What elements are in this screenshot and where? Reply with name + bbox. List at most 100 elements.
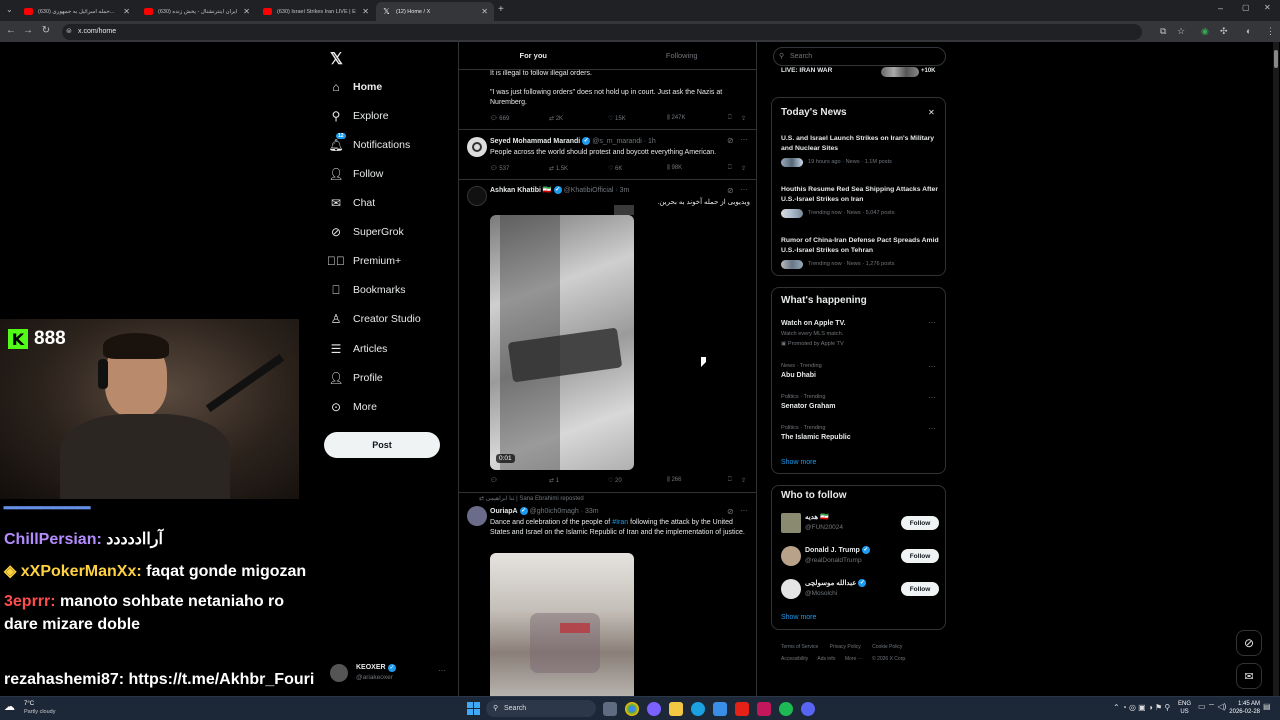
nav-articles[interactable]: ☰ Articles [329, 338, 388, 360]
nav-profile[interactable]: 👤︎ Profile [328, 367, 382, 389]
avatar[interactable] [781, 513, 801, 533]
trend-title[interactable]: Watch on Apple TV. [781, 320, 846, 327]
nav-follow[interactable]: 👤︎ Follow [328, 163, 383, 185]
taskbar-search[interactable]: ⚲ Search [486, 700, 596, 717]
avatar[interactable] [781, 546, 801, 566]
tab-close-icon[interactable]: ✕ [481, 7, 488, 16]
chrome-icon[interactable] [625, 702, 639, 716]
reply-button[interactable]: 💬︎ 669 [490, 115, 509, 122]
file-explorer-icon[interactable] [669, 702, 683, 716]
address-bar[interactable]: ⊜ x.com/home [62, 24, 1142, 40]
footer-link[interactable]: Accessibility [781, 656, 808, 662]
nav-more[interactable]: ⊙ More [329, 396, 377, 418]
news-title[interactable]: Houthis Resume Red Sea Shipping Attacks … [781, 185, 941, 204]
repost-button[interactable]: ⇄ 1 [549, 477, 559, 484]
spotify-icon[interactable] [779, 702, 793, 716]
start-button[interactable] [467, 702, 480, 715]
share-icon[interactable]: ⇪ [741, 165, 746, 172]
edge-icon[interactable] [691, 702, 705, 716]
grok-icon[interactable]: ⊘ [727, 186, 734, 195]
bookmark-icon[interactable]: ⎕ [728, 477, 732, 484]
nav-bookmarks[interactable]: ⎕ Bookmarks [329, 279, 405, 301]
youtube-app-icon[interactable] [735, 702, 749, 716]
close-icon[interactable]: ✕ [928, 108, 935, 117]
nav-supergrok[interactable]: ⊘ SuperGrok [329, 221, 404, 243]
back-icon[interactable]: ← [2, 25, 20, 36]
bookmark-star-icon[interactable]: ☆ [1177, 26, 1185, 37]
install-icon[interactable]: ⧉ [1160, 26, 1166, 37]
reply-button[interactable]: 💬︎ [490, 477, 498, 484]
footer-link[interactable]: Cookie Policy [872, 644, 902, 650]
scrollbar[interactable] [1273, 42, 1279, 696]
more-dots-icon[interactable]: ··· [928, 393, 936, 402]
trend-title[interactable]: Senator Graham [781, 403, 835, 410]
tweet-author[interactable]: Ashkan Khatibi 🇮🇷 ✓ @KhatibiOfficial · 3m [490, 186, 629, 195]
language-indicator[interactable]: ENG US [1178, 700, 1191, 716]
task-view-icon[interactable] [603, 702, 617, 716]
show-more-link[interactable]: Show more [781, 614, 816, 621]
hashtag-link[interactable]: #Iran [612, 519, 628, 526]
browser-tab-4[interactable]: 𝕏 (12) Home / X ✕ [376, 2, 494, 21]
trend-title[interactable]: Abu Dhabi [781, 372, 816, 379]
news-title[interactable]: Rumor of China-Iran Defense Pact Spreads… [781, 236, 941, 255]
tweet-image[interactable] [490, 553, 634, 696]
maximize-icon[interactable]: ▢ [1242, 3, 1250, 12]
account-switcher[interactable]: KEOXER ✓ @ariakeoxer ··· [330, 662, 450, 684]
more-dots-icon[interactable]: ··· [928, 362, 936, 371]
views-button[interactable]: ⫼ 98K [667, 165, 682, 172]
grok-icon[interactable]: ⊘ [727, 507, 734, 516]
minimize-icon[interactable]: – [1218, 3, 1223, 13]
footer-link[interactable]: Privacy Policy [830, 644, 861, 650]
browser-tab-1[interactable]: (630) حمله اسرائیل به جمهوری... ✕ [18, 2, 136, 21]
footer-link[interactable]: Terms of Service [781, 644, 818, 650]
browser-tab-3[interactable]: (630) Israel Strikes Iran LIVE | Ex... ✕ [257, 2, 375, 21]
tab-close-icon[interactable]: ✕ [123, 7, 130, 16]
more-dots-icon[interactable]: ··· [740, 185, 748, 194]
puzzle-icon[interactable]: ✣ [1220, 26, 1228, 37]
like-button[interactable]: ♡ 6K [608, 165, 622, 172]
repost-button[interactable]: ⇄ 2K [549, 115, 563, 122]
repost-button[interactable]: ⇄ 1.5K [549, 165, 568, 172]
like-button[interactable]: ♡ 15K [608, 115, 626, 122]
nav-explore[interactable]: ⚲ Explore [329, 105, 389, 127]
tweet-author[interactable]: OuriapA ✓ @gh0ich0magh · 33m [490, 507, 599, 515]
nav-home[interactable]: ⌂ Home [329, 76, 382, 98]
grok-icon[interactable]: ⊘ [727, 136, 734, 145]
share-icon[interactable]: ⇪ [741, 477, 746, 484]
trend-title[interactable]: The Islamic Republic [781, 434, 851, 441]
tab-close-icon[interactable]: ✕ [362, 7, 369, 16]
show-more-link[interactable]: Show more [781, 459, 816, 466]
like-button[interactable]: ♡ 20 [608, 477, 622, 484]
close-window-icon[interactable]: ✕ [1264, 3, 1271, 12]
follow-button[interactable]: Follow [901, 549, 939, 563]
avatar[interactable] [781, 579, 801, 599]
tab-search-icon[interactable]: ⌄ [6, 5, 13, 14]
avatar[interactable] [467, 186, 487, 206]
tray-icons[interactable]: ⌃ ◔ ◎ ▣ ◑ ⚑ ⚲ [1113, 703, 1170, 712]
share-icon[interactable]: ⇪ [741, 115, 746, 122]
x-logo-icon[interactable]: 𝕏 [330, 49, 343, 69]
more-dots-icon[interactable]: ··· [928, 424, 936, 433]
clock[interactable]: 1:45 AM 2026-02-28 [1226, 700, 1260, 716]
mail-app-icon[interactable] [757, 702, 771, 716]
app-icon[interactable] [647, 702, 661, 716]
nav-creator-studio[interactable]: ♙ Creator Studio [329, 308, 421, 330]
tweet-author[interactable]: Seyed Mohammad Marandi ✓ @s_m_marandi · 1h [490, 137, 656, 145]
more-dots-icon[interactable]: ··· [740, 506, 748, 515]
video-player[interactable]: 0:01 [490, 215, 634, 470]
more-dots-icon[interactable]: ··· [928, 318, 936, 327]
system-icons[interactable]: ▭ ⌔ ◁) [1198, 702, 1226, 712]
nav-chat[interactable]: ✉ Chat [329, 192, 375, 214]
weather-widget[interactable]: ☁ 7°C Partly cloudy [4, 699, 94, 719]
more-dots-icon[interactable]: ··· [740, 135, 748, 144]
bookmark-icon[interactable]: ⎕ [728, 165, 732, 172]
bookmark-icon[interactable]: ⎕ [728, 115, 732, 122]
grok-float-button[interactable]: ⊘ [1236, 630, 1262, 656]
suggest-name[interactable]: هدیه 🇮🇷 [805, 513, 829, 521]
tab-for-you[interactable]: For you [459, 42, 608, 69]
more-dots-icon[interactable]: ··· [438, 666, 446, 675]
suggest-name[interactable]: Donald J. Trump ✓ [805, 546, 872, 554]
site-info-icon[interactable]: ⊜ [66, 24, 72, 40]
tab-close-icon[interactable]: ✕ [243, 7, 250, 16]
new-tab-icon[interactable]: + [498, 4, 504, 15]
